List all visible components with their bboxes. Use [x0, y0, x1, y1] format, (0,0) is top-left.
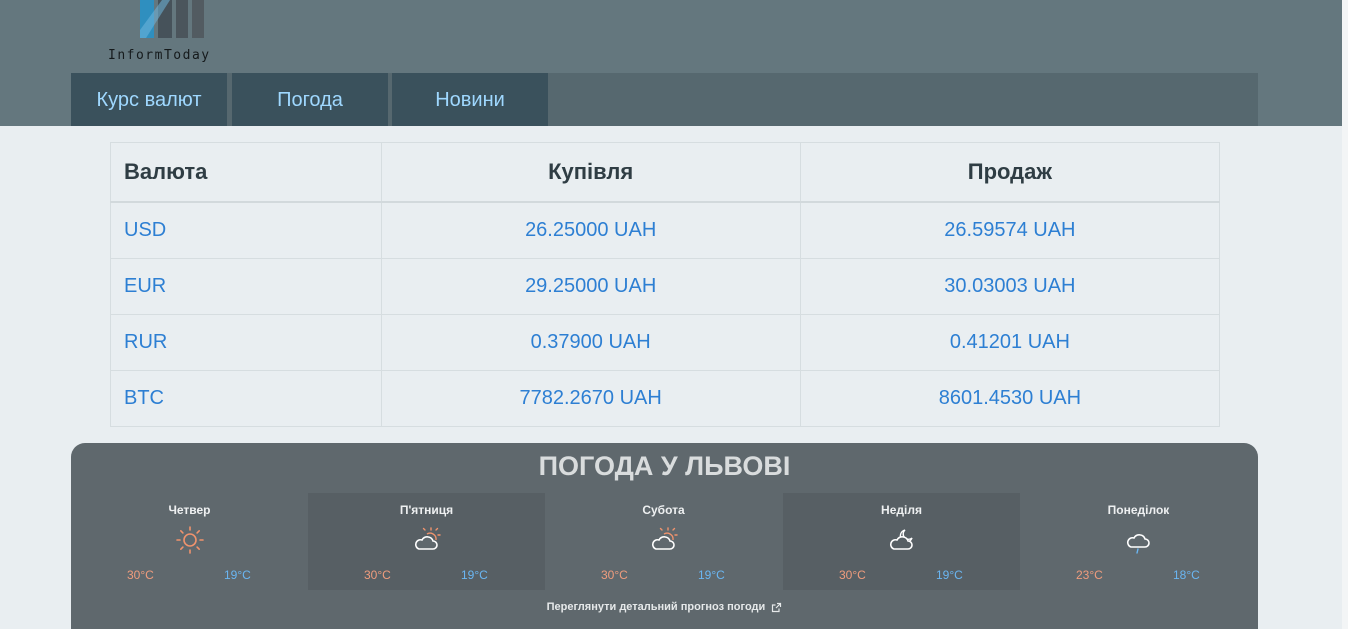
day-name: Четвер	[168, 503, 211, 517]
forecast-day: Субота 30°C 19°C	[545, 493, 782, 590]
temp-max: 30°C	[839, 568, 866, 582]
day-name: Субота	[642, 503, 685, 517]
main-nav: Курс валют Погода Новини	[71, 73, 1258, 126]
partly-cloudy-icon	[415, 527, 441, 550]
detailed-forecast-link[interactable]: Переглянути детальний прогноз погоди	[71, 601, 1258, 613]
partly-cloudy-icon	[652, 527, 678, 550]
forecast-day: Четвер 30°C 19°C	[71, 493, 308, 590]
table-row: RUR 0.37900 UAH 0.41201 UAH	[110, 314, 1221, 371]
temp-min: 19°C	[224, 568, 251, 582]
day-name: Неділя	[881, 503, 922, 517]
nav-tab-currency[interactable]: Курс валют	[71, 73, 227, 126]
weather-title: ПОГОДА У ЛЬВОВІ	[538, 451, 791, 481]
currency-rates-table: Валюта Купівля Продаж USD 26.25000 UAH 2…	[110, 142, 1221, 427]
temp-min: 18°C	[1173, 568, 1200, 582]
forecast-day: П'ятниця 30°C 19°C	[308, 493, 545, 590]
temp-max: 30°C	[364, 568, 391, 582]
cloud-moon-icon	[890, 529, 913, 550]
sell-rate: 8601.4530 UAH	[799, 370, 1221, 427]
table-row: USD 26.25000 UAH 26.59574 UAH	[110, 201, 1221, 259]
temp-min: 19°C	[936, 568, 963, 582]
site-header: InformToday Курс валют Погода Новини	[0, 0, 1342, 126]
buy-rate: 7782.2670 UAH	[380, 370, 801, 427]
page-scrollbar-track[interactable]	[1342, 0, 1348, 629]
buy-rate: 0.37900 UAH	[380, 314, 801, 371]
cloud-drizzle-icon	[1127, 534, 1150, 554]
sell-rate: 0.41201 UAH	[799, 314, 1221, 371]
sell-rate: 30.03003 UAH	[799, 258, 1221, 315]
detailed-forecast-link-label: Переглянути детальний прогноз погоди	[546, 601, 766, 613]
forecast-day: Неділя 30°C 19°C	[783, 493, 1020, 590]
buy-rate: 29.25000 UAH	[380, 258, 801, 315]
currency-code: EUR	[110, 258, 382, 315]
temp-max: 23°C	[1076, 568, 1103, 582]
currency-code: USD	[110, 201, 382, 259]
temp-max: 30°C	[601, 568, 628, 582]
forecast-day: Понеділок 23°C 18°C	[1020, 493, 1257, 590]
temp-max: 30°C	[127, 568, 154, 582]
currency-code: BTC	[110, 370, 382, 427]
weather-widget: ПОГОДА У ЛЬВОВІ Четвер 30°C 19°C П'ятниц…	[71, 443, 1258, 629]
day-name: П'ятниця	[399, 503, 454, 517]
nav-tab-news[interactable]: Новини	[392, 73, 548, 126]
day-name: Понеділок	[1107, 503, 1170, 517]
nav-tab-weather[interactable]: Погода	[232, 73, 388, 126]
logo[interactable]: InformToday	[106, 0, 226, 68]
temp-min: 19°C	[698, 568, 725, 582]
logo-bars-icon	[140, 0, 204, 38]
temp-min: 19°C	[461, 568, 488, 582]
column-header-sell: Продаж	[799, 142, 1221, 203]
table-row: BTC 7782.2670 UAH 8601.4530 UAH	[110, 370, 1221, 427]
column-header-buy: Купівля	[380, 142, 801, 203]
sun-icon	[176, 526, 204, 554]
buy-rate: 26.25000 UAH	[380, 201, 801, 259]
currency-code: RUR	[110, 314, 382, 371]
external-link-icon	[772, 602, 782, 612]
table-header-row: Валюта Купівля Продаж	[110, 142, 1221, 203]
column-header-currency: Валюта	[110, 142, 382, 203]
table-row: EUR 29.25000 UAH 30.03003 UAH	[110, 258, 1221, 315]
sell-rate: 26.59574 UAH	[799, 201, 1221, 259]
logo-text: InformToday	[108, 48, 211, 63]
